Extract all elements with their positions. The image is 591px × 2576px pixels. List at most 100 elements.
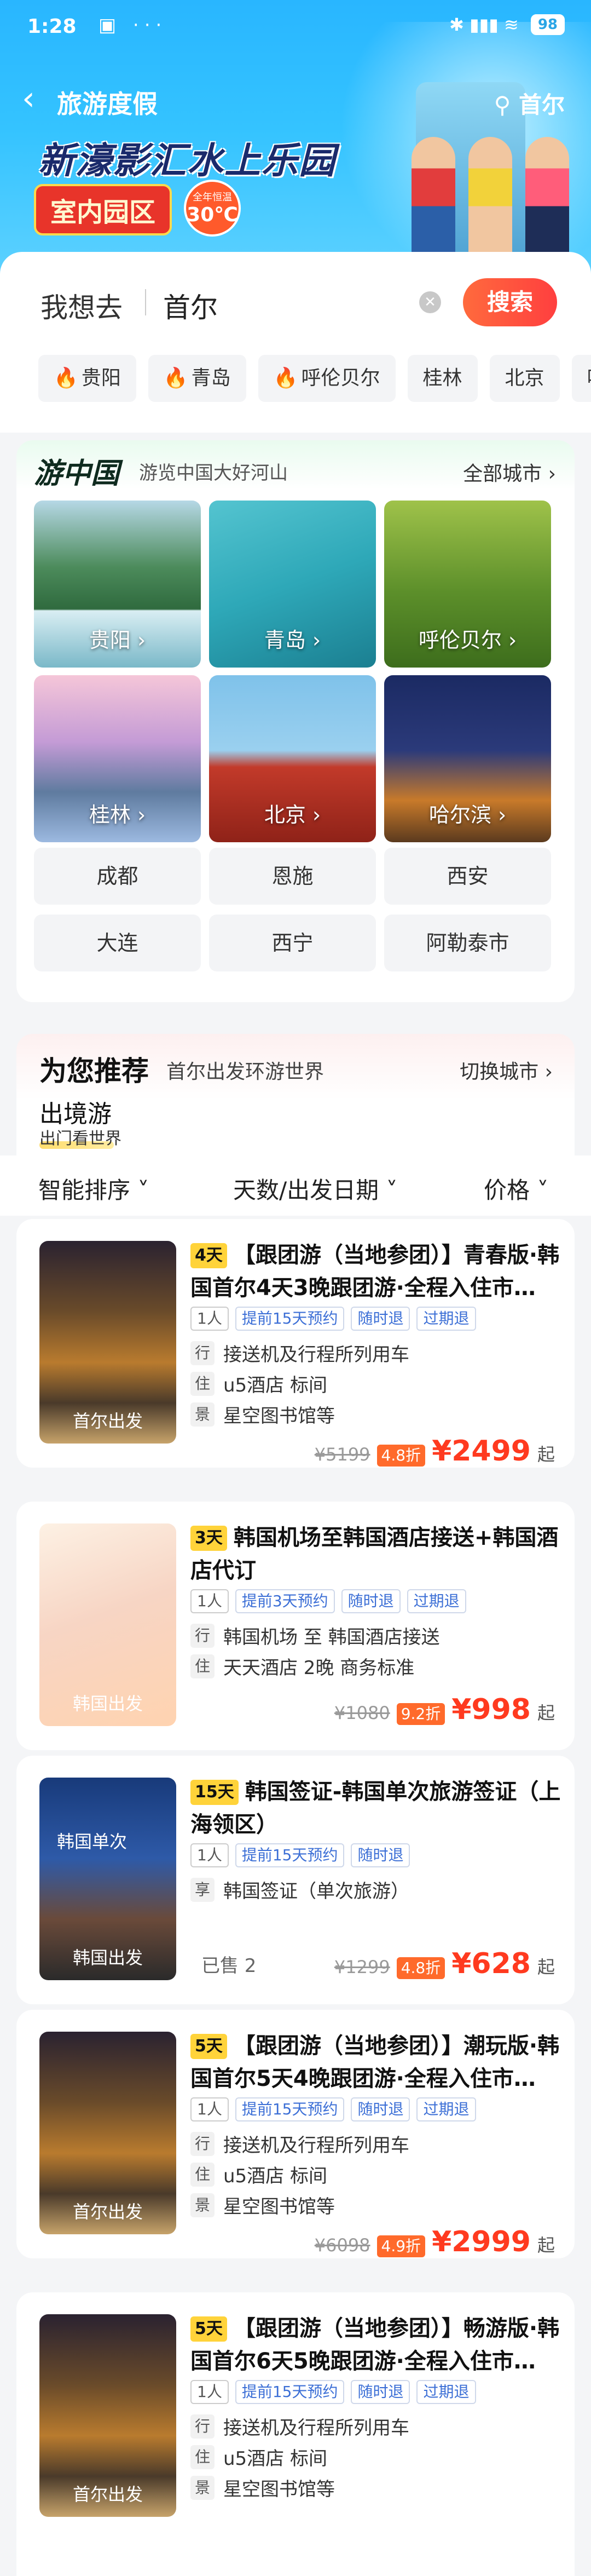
location-selector[interactable]: ⚲ 首尔: [494, 87, 565, 120]
hotel-icon: 住: [190, 2445, 215, 2469]
info-hotel: 住 u5酒店 标间: [190, 1370, 327, 1397]
city-tile-guiyang[interactable]: 贵阳 ›: [34, 501, 201, 668]
city-tile-qingdao[interactable]: 青岛 ›: [209, 501, 376, 668]
temperature-badge: 全年恒温 30℃: [184, 180, 241, 237]
chip-ha[interactable]: 哈: [571, 355, 591, 402]
status-bar: 1:28 ▣ ··· ✱ ▮▮▮ ≋ 98: [0, 0, 591, 55]
temp-caption: 全年恒温: [193, 192, 232, 203]
city-button[interactable]: 西安: [384, 848, 551, 905]
tab-outbound[interactable]: 出境游: [39, 1094, 112, 1129]
city-tile-guilin[interactable]: 桂林 ›: [34, 675, 201, 842]
sights-icon: 景: [190, 2475, 215, 2500]
transport-icon: 行: [190, 2131, 215, 2156]
tag: 随时退: [351, 2097, 410, 2121]
info-text: 接送机及行程所列用车: [223, 1344, 409, 1366]
days-badge: 5天: [190, 2316, 227, 2342]
price-row: ¥1080 9.2折 ¥998 起: [334, 1693, 555, 1726]
sort-smart[interactable]: 智能排序 ˅: [38, 1172, 149, 1205]
notification-icons: ▣ ···: [99, 14, 167, 36]
transport-icon: 行: [190, 1623, 215, 1648]
discount-badge: 4.9折: [376, 2235, 426, 2257]
image-overlay-text: 韩国单次: [57, 1831, 128, 1852]
price-row: ¥1299 4.8折 ¥628 起: [334, 1947, 555, 1980]
product-title-text: 【跟团游（当地参团）】青春版·韩国首尔4天3晚跟团游·全程入住市…: [190, 1243, 560, 1301]
sort-bar: 智能排序 ˅ 天数/出发日期 ˅ 价格 ˅: [0, 1155, 591, 1216]
city-tile-hulunbuir[interactable]: 呼伦贝尔 ›: [384, 501, 551, 668]
chip-beijing[interactable]: 北京: [489, 355, 560, 402]
info-text: 接送机及行程所列用车: [223, 2135, 409, 2157]
transport-icon: 行: [190, 2414, 215, 2439]
sights-icon: 景: [190, 1402, 215, 1427]
city-button[interactable]: 大连: [34, 915, 201, 971]
product-card[interactable]: 首尔出发 5天 【跟团游（当地参团）】潮玩版·韩国首尔5天4晚跟团游·全程入住市……: [16, 2010, 575, 2258]
city-button[interactable]: 阿勒泰市: [384, 915, 551, 971]
hero-banner[interactable]: 1:28 ▣ ··· ✱ ▮▮▮ ≋ 98 ‹ 旅游度假 ⚲ 首尔 新濠影汇水上…: [0, 0, 591, 285]
city-button[interactable]: 西宁: [209, 915, 376, 971]
tag: 提前3天预约: [235, 1589, 335, 1613]
chip-label: 青岛: [191, 367, 231, 389]
tag: 提前15天预约: [235, 2380, 345, 2404]
recommend-title: 为您推荐: [39, 1055, 149, 1087]
back-icon[interactable]: ‹: [22, 82, 35, 115]
original-price: ¥5199: [314, 1444, 370, 1465]
city-tile-beijing[interactable]: 北京 ›: [209, 675, 376, 842]
all-cities-link[interactable]: 全部城市 ›: [463, 458, 556, 486]
city-name: 北京 ›: [264, 803, 321, 827]
chip-qingdao[interactable]: 🔥 青岛: [148, 355, 246, 402]
chip-hulunbuir[interactable]: 🔥 呼伦贝尔: [258, 355, 396, 402]
product-image: 首尔出发: [39, 1241, 176, 1444]
product-tags: 1人 提前15天预约 随时退 过期退: [190, 2380, 476, 2404]
recommend-subtitle: 首尔出发环游世界: [166, 1061, 325, 1083]
info-sights: 景星空图书馆等: [190, 1401, 335, 1428]
search-label: 我想去: [40, 292, 123, 324]
search-input[interactable]: 首尔: [163, 286, 218, 325]
tag: 随时退: [341, 1589, 401, 1613]
current-price: ¥998: [451, 1693, 531, 1726]
product-card[interactable]: 首尔出发 5天 【跟团游（当地参团）】畅游版·韩国首尔6天5晚跟团游·全程入住市……: [16, 2292, 575, 2576]
info-transport: 行接送机及行程所列用车: [190, 1339, 409, 1366]
chip-label: 北京: [505, 367, 544, 389]
location-label: 首尔: [518, 91, 565, 118]
current-price: ¥2999: [432, 2226, 531, 2258]
price-suffix: 起: [537, 2235, 555, 2256]
tag: 过期退: [416, 2380, 476, 2404]
info-transport: 行接送机及行程所列用车: [190, 2130, 409, 2157]
departure-badge: 韩国出发: [72, 1947, 143, 1968]
chip-label: 桂林: [422, 367, 462, 389]
clear-icon[interactable]: ✕: [419, 291, 441, 313]
person-figure: [412, 137, 455, 263]
sort-price[interactable]: 价格 ˅: [484, 1172, 548, 1205]
city-button[interactable]: 成都: [34, 848, 201, 905]
product-card[interactable]: 首尔出发 4天 【跟团游（当地参团）】青春版·韩国首尔4天3晚跟团游·全程入住市……: [16, 1219, 575, 1468]
sort-days-date[interactable]: 天数/出发日期 ˅: [233, 1172, 398, 1205]
tag: 1人: [190, 1843, 229, 1867]
product-title-text: 韩国签证-韩国单次旅游签证（上海领区）: [190, 1779, 561, 1837]
city-tile-harbin[interactable]: 哈尔滨 ›: [384, 675, 551, 842]
search-bar[interactable]: 我想去 首尔 ✕ 搜索: [22, 274, 569, 329]
product-image: 首尔出发: [39, 2032, 176, 2234]
status-right: ✱ ▮▮▮ ≋ 98: [449, 14, 565, 35]
product-tags: 1人 提前15天预约 随时退 过期退: [190, 2097, 476, 2121]
product-title: 5天 【跟团游（当地参团）】畅游版·韩国首尔6天5晚跟团游·全程入住市…: [190, 2312, 563, 2378]
tag: 随时退: [351, 1307, 410, 1331]
city-button[interactable]: 恩施: [209, 848, 376, 905]
product-title-text: 韩国机场至韩国酒店接送+韩国酒店代订: [190, 1525, 559, 1583]
tag: 1人: [190, 2097, 229, 2121]
days-badge: 5天: [190, 2034, 227, 2059]
person-figure: [525, 137, 569, 263]
search-button[interactable]: 搜索: [463, 278, 557, 326]
chip-label: 呼伦贝尔: [301, 367, 380, 389]
product-card[interactable]: 韩国出发 3天 韩国机场至韩国酒店接送+韩国酒店代订 1人 提前3天预约 随时退 …: [16, 1502, 575, 1750]
switch-city-link[interactable]: 切换城市 ›: [460, 1056, 553, 1084]
discount-badge: 4.8折: [376, 1445, 426, 1467]
info-text: 星空图书馆等: [223, 2479, 335, 2500]
product-title-text: 【跟团游（当地参团）】畅游版·韩国首尔6天5晚跟团游·全程入住市…: [190, 2316, 560, 2374]
chip-guilin[interactable]: 桂林: [407, 355, 478, 402]
product-tags: 1人 提前3天预约 随时退 过期退: [190, 1589, 466, 1613]
product-card[interactable]: 韩国单次 韩国出发 15天 韩国签证-韩国单次旅游签证（上海领区） 1人 提前15天…: [16, 1756, 575, 2004]
section-title: 游中国: [34, 457, 120, 490]
fire-icon: 🔥: [163, 367, 188, 389]
original-price: ¥1080: [334, 1703, 390, 1723]
info-sights: 景星空图书馆等: [190, 2192, 335, 2218]
chip-guiyang[interactable]: 🔥 贵阳: [38, 355, 136, 402]
